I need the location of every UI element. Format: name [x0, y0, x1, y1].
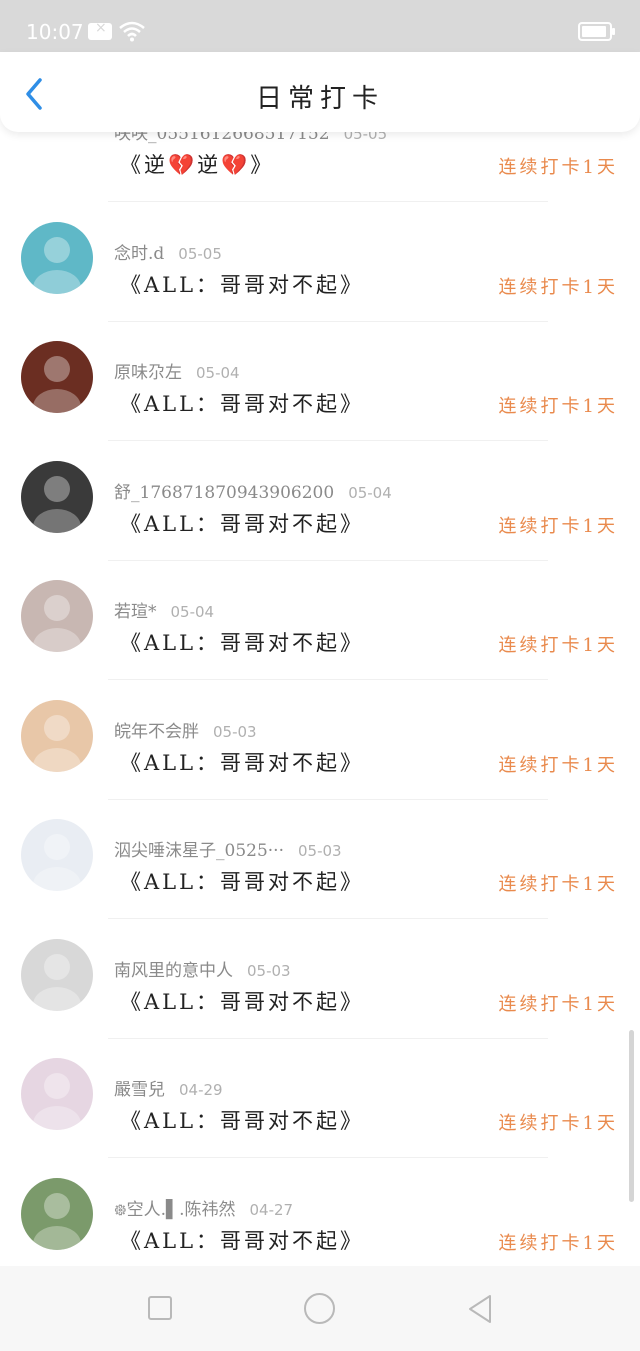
streak-label: 连续打卡1天: [498, 1233, 618, 1254]
status-time: 10:07: [26, 20, 84, 44]
streak-label: 连续打卡1天: [498, 157, 618, 178]
page-title: 日常打卡: [255, 84, 384, 114]
battery-icon: [578, 22, 615, 41]
checkin-row[interactable]: ᪥空人.▌.陈祎然 04-27 《ALL：哥哥对不起》 连续打卡1天: [0, 1159, 640, 1266]
checkin-row[interactable]: 嚴雪兒 04-29 《ALL：哥哥对不起》 连续打卡1天: [0, 1039, 640, 1158]
checkin-row[interactable]: 咲咲_0551612668517152 05-05 《逆💔逆💔》 连续打卡1天: [0, 132, 640, 202]
post-date: 05-04: [196, 364, 240, 382]
streak-label: 连续打卡1天: [498, 994, 618, 1015]
checkin-row[interactable]: 原味尕左 05-04 《ALL：哥哥对不起》 连续打卡1天: [0, 322, 640, 441]
work-title[interactable]: 《ALL：哥哥对不起》: [120, 269, 364, 299]
checkin-row[interactable]: 若瑄* 05-04 《ALL：哥哥对不起》 连续打卡1天: [0, 561, 640, 680]
username[interactable]: 舒_1768718709439062​00 05-04: [114, 478, 392, 503]
username-text: 舒_1768718709439062​00: [114, 483, 335, 503]
checkin-row[interactable]: 泅尖唾沫星子_0525··· 05-03 《ALL：哥哥对不起》 连续打卡1天: [0, 800, 640, 919]
streak-label: 连续打卡1天: [498, 635, 618, 656]
streak-label: 连续打卡1天: [498, 277, 618, 298]
streak-label: 连续打卡1天: [498, 396, 618, 417]
post-date: 05-03: [247, 962, 291, 980]
work-title[interactable]: 《ALL：哥哥对不起》: [120, 866, 364, 896]
user-avatar[interactable]: [21, 222, 93, 294]
user-avatar[interactable]: [21, 341, 93, 413]
post-date: 04-27: [249, 1201, 294, 1219]
username[interactable]: ᪥空人.▌.陈祎然 04-27: [114, 1195, 293, 1224]
home-button[interactable]: [304, 1293, 335, 1324]
user-avatar[interactable]: [21, 939, 93, 1011]
post-date: 05-03: [213, 723, 257, 741]
user-avatar[interactable]: [21, 700, 93, 772]
streak-label: 连续打卡1天: [498, 1113, 618, 1134]
work-title[interactable]: 《ALL：哥哥对不起》: [120, 1225, 364, 1255]
username-text: 南风里的意中人: [114, 961, 233, 981]
row-divider: [108, 679, 548, 680]
user-avatar[interactable]: [21, 132, 93, 174]
post-date: 05-05: [178, 245, 222, 263]
checkin-list[interactable]: 咲咲_0551612668517152 05-05 《逆💔逆💔》 连续打卡1天 念时.d…: [0, 132, 640, 1266]
work-title[interactable]: 《ALL：哥哥对不起》: [120, 1105, 364, 1135]
post-date: 05-05: [343, 132, 388, 143]
streak-label: 连续打卡1天: [498, 755, 618, 776]
user-avatar[interactable]: [21, 580, 93, 652]
username[interactable]: 咲咲_0551612668517152 05-05: [114, 132, 387, 144]
checkin-row[interactable]: 皖年不会胖 05-03 《ALL：哥哥对不起》 连续打卡1天: [0, 681, 640, 800]
nav-back-icon[interactable]: [466, 1293, 494, 1325]
username-text: 嚴雪兒: [114, 1080, 165, 1100]
work-title[interactable]: 《ALL：哥哥对不起》: [120, 627, 364, 657]
recent-apps-button[interactable]: [148, 1296, 172, 1320]
work-title[interactable]: 《ALL：哥哥对不起》: [120, 986, 364, 1016]
work-title[interactable]: 《ALL：哥哥对不起》: [120, 747, 364, 777]
checkin-row[interactable]: 南风里的意中人 05-03 《ALL：哥哥对不起》 连续打卡1天: [0, 920, 640, 1039]
username-text: 原味尕左: [114, 363, 182, 383]
username[interactable]: 原味尕左 05-04: [114, 358, 240, 383]
system-nav-bar: [0, 1266, 640, 1351]
scrollbar[interactable]: [629, 1030, 634, 1202]
app-header: 日常打卡: [0, 52, 640, 132]
row-divider: [108, 1157, 548, 1158]
username-text: 咲咲_0551612668517152: [114, 132, 330, 144]
checkin-row[interactable]: 舒_1768718709439062​00 05-04 《ALL：哥哥对不起》 连续打…: [0, 442, 640, 561]
username-text: 若瑄*: [114, 602, 157, 622]
checkin-row[interactable]: 念时.d 05-05 《ALL：哥哥对不起》 连续打卡1天: [0, 203, 640, 322]
row-divider: [108, 918, 548, 919]
notification-icon: [88, 20, 112, 40]
streak-label: 连续打卡1天: [498, 874, 618, 895]
row-divider: [108, 440, 548, 441]
username[interactable]: 皖年不会胖 05-03: [114, 717, 257, 742]
status-bar: 10:07: [0, 0, 640, 52]
row-divider: [108, 201, 548, 202]
username-text: 念时.d: [114, 244, 165, 264]
work-title[interactable]: 《ALL：哥哥对不起》: [120, 508, 364, 538]
post-date: 04-29: [179, 1081, 223, 1099]
username-text: 泅尖唾沫星子_0525···: [114, 841, 284, 861]
username[interactable]: 南风里的意中人 05-03: [114, 956, 291, 981]
username[interactable]: 嚴雪兒 04-29: [114, 1075, 223, 1100]
work-title[interactable]: 《逆💔逆💔》: [120, 149, 274, 179]
wifi-icon: [119, 21, 145, 42]
user-avatar[interactable]: [21, 1178, 93, 1250]
post-date: 05-03: [297, 842, 342, 860]
post-date: 05-04: [170, 603, 215, 621]
username-text: 皖年不会胖: [114, 722, 199, 742]
username[interactable]: 念时.d 05-05: [114, 239, 222, 264]
username[interactable]: 泅尖唾沫星子_0525··· 05-03: [114, 836, 342, 861]
post-date: 05-04: [348, 484, 392, 502]
user-avatar[interactable]: [21, 1058, 93, 1130]
user-avatar[interactable]: [21, 819, 93, 891]
work-title[interactable]: 《ALL：哥哥对不起》: [120, 388, 364, 418]
username[interactable]: 若瑄* 05-04: [114, 597, 214, 622]
user-avatar[interactable]: [21, 461, 93, 533]
username-text: ᪥空人.▌.陈祎然: [114, 1200, 236, 1220]
streak-label: 连续打卡1天: [498, 516, 618, 537]
